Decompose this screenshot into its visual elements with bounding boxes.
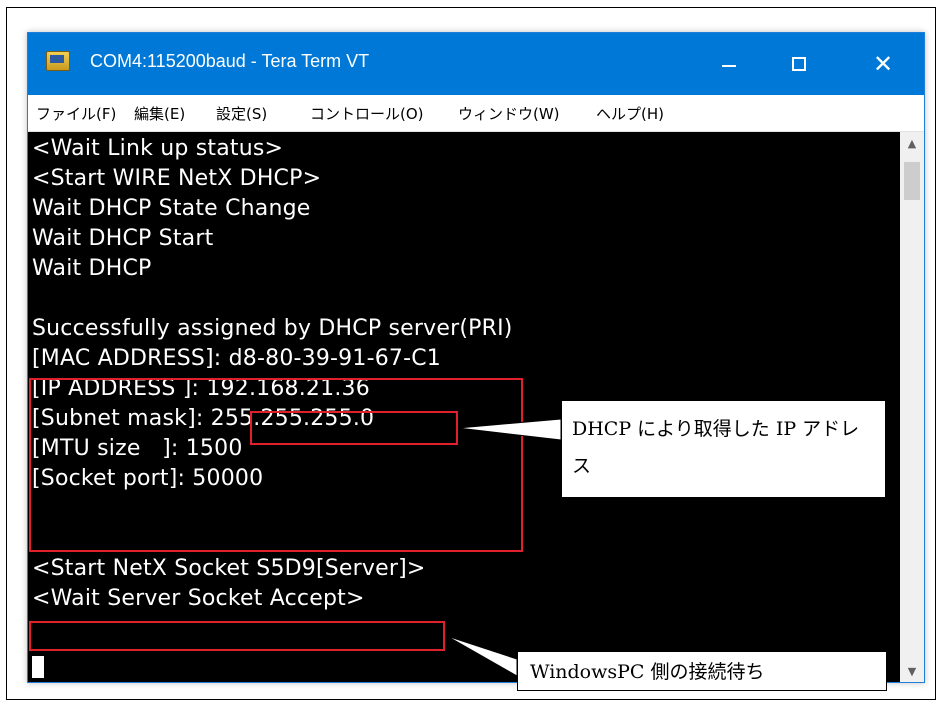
accept-wait-callout: WindowsPC 側の接続待ち [517, 651, 887, 691]
ip-address-callout: DHCP により取得した IP アドレス [561, 400, 886, 498]
callout-pointers [446, 418, 562, 677]
accept-callout-pointer [446, 635, 518, 677]
ip-callout-pointer [457, 418, 562, 441]
